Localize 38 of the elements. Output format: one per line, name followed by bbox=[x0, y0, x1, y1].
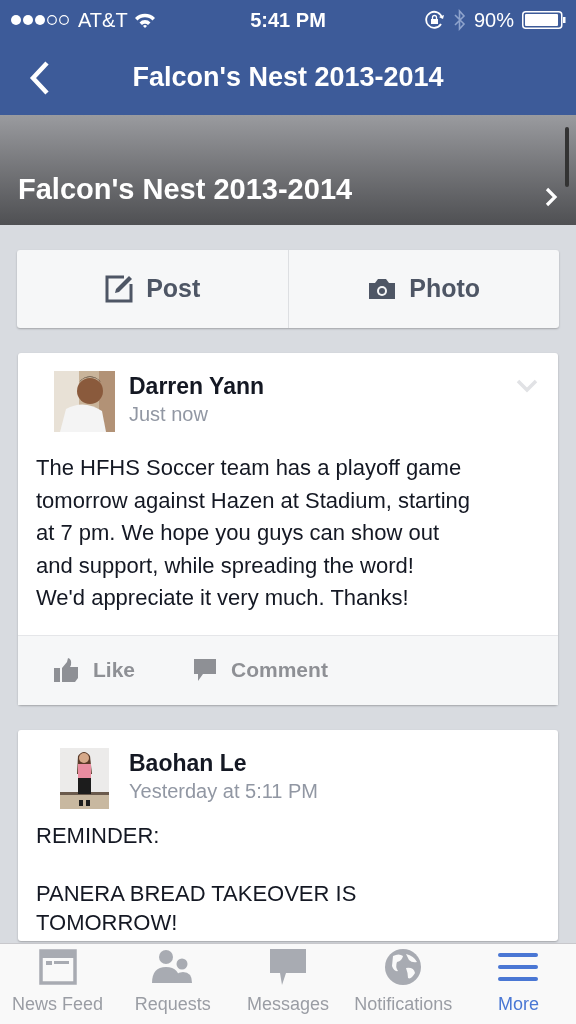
post-text: REMINDER: PANERA BREAD TAKEOVER IS TOMORROW! bbox=[36, 821, 358, 937]
photo-button[interactable]: Photo bbox=[287, 250, 559, 328]
rotation-lock-icon bbox=[423, 10, 446, 30]
back-icon bbox=[28, 60, 50, 96]
tab-item[interactable]: News Feed bbox=[0, 944, 116, 1024]
cover-banner[interactable]: Falcon's Nest 2013-2014 bbox=[0, 115, 576, 225]
status-time: 5:41 PM bbox=[250, 8, 326, 33]
tab-item[interactable]: Messages bbox=[230, 944, 346, 1024]
nav-title: Falcon's Nest 2013-2014 bbox=[132, 61, 444, 95]
battery-icon bbox=[522, 11, 566, 29]
camera-icon bbox=[367, 277, 398, 301]
post-text: The HFHS Soccer team has a playoff game tomorrow against Hazen at Stadium, starting at 7 pm. We hope you guys can show out and support, while spreading the word! We'd appreciate it very much. Thanks! bbox=[36, 454, 472, 612]
thumbs-up-icon bbox=[54, 658, 79, 682]
signal-icon bbox=[10, 14, 72, 26]
chevron-down-icon bbox=[516, 379, 538, 393]
menu-icon bbox=[498, 951, 539, 983]
comment-icon bbox=[193, 658, 218, 682]
like-button[interactable]: Like bbox=[54, 654, 136, 686]
bluetooth-icon bbox=[453, 9, 466, 31]
post-time[interactable]: Yesterday at 5:11 PM bbox=[129, 776, 318, 805]
speech-bubble-icon bbox=[270, 949, 306, 985]
battery-percent: 90% bbox=[473, 8, 514, 33]
post-time[interactable]: Just now bbox=[129, 400, 265, 428]
author-name[interactable]: Baohan Le bbox=[129, 748, 318, 777]
news-feed-icon bbox=[38, 949, 77, 985]
author-name[interactable]: Darren Yann bbox=[129, 372, 265, 400]
chevron-right-icon bbox=[544, 187, 558, 207]
post-button[interactable]: Post bbox=[17, 250, 288, 328]
globe-icon bbox=[384, 948, 423, 986]
tab-item[interactable]: Requests bbox=[115, 944, 231, 1024]
scroll-bar bbox=[565, 127, 569, 187]
wifi-icon bbox=[133, 12, 156, 28]
tab-item[interactable]: Notifications bbox=[345, 944, 461, 1024]
carrier-name: AT&T bbox=[78, 8, 128, 33]
edit-icon bbox=[104, 274, 135, 304]
tab-item[interactable]: More bbox=[460, 944, 576, 1024]
comment-button[interactable]: Comment bbox=[193, 654, 328, 686]
friends-icon bbox=[151, 949, 194, 985]
